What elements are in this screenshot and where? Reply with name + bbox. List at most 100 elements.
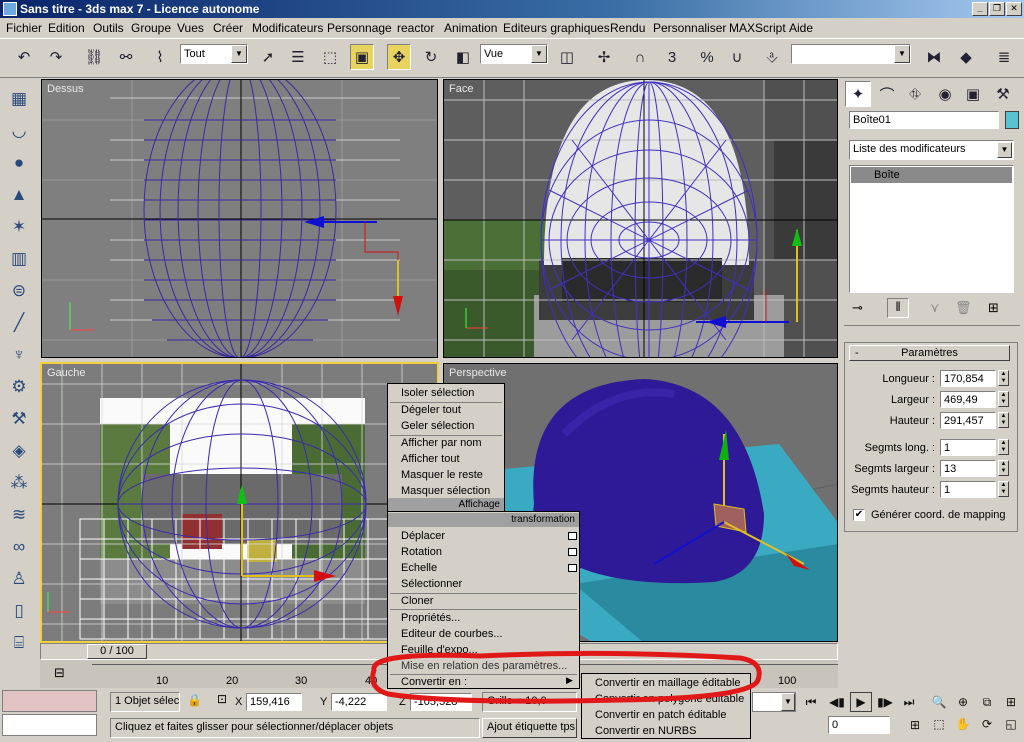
select-object-icon[interactable]: ➚ xyxy=(256,44,280,70)
viewport-front-label[interactable]: Face xyxy=(449,83,473,95)
width-spinner[interactable]: ▲ ▼ xyxy=(998,391,1009,407)
menu-reactor[interactable]: reactor xyxy=(397,21,434,35)
menu-vues[interactable]: Vues xyxy=(177,21,204,35)
pan-icon[interactable]: ✋ xyxy=(952,714,974,734)
tab-motion[interactable]: ◉ xyxy=(932,81,958,107)
reference-coordinate-dropdown[interactable]: Vue ▼ xyxy=(480,44,548,64)
zoom-extents-all-icon[interactable]: ⊞ xyxy=(1000,692,1022,712)
menu-item-hide-selection[interactable]: Masquer sélection xyxy=(388,483,504,499)
x-coordinate-input[interactable]: 159,416 xyxy=(246,693,302,711)
menu-item-move[interactable]: Déplacer xyxy=(388,528,579,544)
menu-fichier[interactable]: Fichier xyxy=(6,21,42,35)
cone-icon[interactable]: ▲ xyxy=(6,182,32,208)
menu-item-wire-parameters[interactable]: Mise en relation des paramètres... xyxy=(388,658,579,674)
tab-display[interactable]: ▣ xyxy=(960,81,986,107)
menu-maxscript[interactable]: MAXScript xyxy=(729,21,786,35)
menu-modificateurs[interactable]: Modificateurs xyxy=(252,21,323,35)
menu-item-hide-unselected[interactable]: Masquer le reste xyxy=(388,467,504,483)
menu-item-isolate[interactable]: Isoler sélection xyxy=(388,385,504,401)
menu-item-convert-editable-patch[interactable]: Convertir en patch éditable xyxy=(582,707,750,723)
named-selection-set-dropdown[interactable]: ▼ xyxy=(791,44,911,64)
viewport-front[interactable]: Face xyxy=(443,79,838,358)
menu-personnaliser[interactable]: Personnaliser xyxy=(653,21,726,35)
gear-icon[interactable]: ⚙ xyxy=(6,374,32,400)
rotate-icon[interactable]: ↻ xyxy=(419,44,443,70)
menu-item-unfreeze-all[interactable]: Dégeler tout xyxy=(388,402,504,418)
maxscript-listener-mini[interactable] xyxy=(2,690,97,712)
tab-modify[interactable]: ⌒ xyxy=(874,81,900,107)
star-icon[interactable]: ✶ xyxy=(6,214,32,240)
zoom-extents-icon[interactable]: ⧉ xyxy=(976,692,998,712)
tool-icon[interactable]: ⚒ xyxy=(6,406,32,432)
scale-icon[interactable]: ◧ xyxy=(451,44,475,70)
time-configuration-icon[interactable]: ⊞ xyxy=(904,715,926,735)
play-icon[interactable]: ▶ xyxy=(850,692,872,712)
modifier-list-dropdown[interactable]: Liste des modificateurs ▼ xyxy=(849,140,1014,160)
spinner-snap-icon[interactable]: ∪ xyxy=(725,44,749,70)
add-time-tag-button[interactable]: Ajout étiquette tps xyxy=(482,718,577,738)
object-name-input[interactable]: Boîte01 xyxy=(849,111,999,129)
move-settings-icon[interactable] xyxy=(568,532,577,540)
menu-item-unhide-by-name[interactable]: Afficher par nom xyxy=(388,435,504,451)
menu-rendu[interactable]: Rendu xyxy=(610,21,645,35)
time-slider-thumb[interactable]: 0 / 100 xyxy=(87,644,147,659)
redo-icon[interactable]: ↷ xyxy=(44,44,68,70)
percent-snap-icon[interactable]: % xyxy=(695,44,719,70)
menu-item-clone[interactable]: Cloner xyxy=(388,593,579,609)
tab-create[interactable]: ✦ xyxy=(845,81,871,107)
curve-editor-icon[interactable]: ⊟ xyxy=(54,665,65,681)
next-frame-icon[interactable]: ▮▶ xyxy=(874,692,896,712)
menu-item-freeze[interactable]: Geler sélection xyxy=(388,418,504,434)
width-segs-spinner[interactable]: ▲ ▼ xyxy=(998,460,1009,476)
menu-item-convert-nurbs[interactable]: Convertir en NURBS xyxy=(582,723,750,739)
torus-knot-icon[interactable]: ∞ xyxy=(6,534,32,560)
sphere-icon[interactable]: ● xyxy=(6,150,32,176)
particle-icon[interactable]: ⁂ xyxy=(6,470,32,496)
arc-rotate-icon[interactable]: ⟳ xyxy=(976,714,998,734)
snap-toggle-icon[interactable]: ∩ xyxy=(628,44,652,70)
pivot-center-icon[interactable]: ◫ xyxy=(555,44,579,70)
menu-item-dope-sheet[interactable]: Feuille d'expo... xyxy=(388,642,579,658)
selection-filter-dropdown[interactable]: Tout ▼ xyxy=(180,44,248,64)
go-to-start-icon[interactable]: ⏮ xyxy=(800,692,822,712)
menu-item-convert-to[interactable]: Convertir en : xyxy=(388,674,579,690)
previous-frame-icon[interactable]: ◀▮ xyxy=(826,692,848,712)
stairs-icon[interactable]: ⌸ xyxy=(6,630,32,656)
tab-utilities[interactable]: ⚒ xyxy=(990,81,1016,107)
viewport-top[interactable]: Dessus xyxy=(41,79,438,358)
cylinder-icon[interactable]: ⊜ xyxy=(6,278,32,304)
menu-item-curve-editor[interactable]: Editeur de courbes... xyxy=(388,626,579,642)
width-input[interactable]: 469,49 xyxy=(940,391,996,408)
length-spinner[interactable]: ▲ ▼ xyxy=(998,370,1009,386)
configure-modifier-sets-icon[interactable]: ⊞ xyxy=(988,300,999,316)
maxscript-input[interactable] xyxy=(2,714,97,736)
mirror-icon[interactable]: ⧓ xyxy=(922,44,946,70)
menu-item-properties[interactable]: Propriétés... xyxy=(388,610,579,626)
go-to-end-icon[interactable]: ⏭ xyxy=(898,692,920,712)
edit-named-selection-icon[interactable]: ⎀ xyxy=(760,44,784,70)
plane-icon[interactable]: ▥ xyxy=(6,246,32,272)
close-button[interactable]: ✕ xyxy=(1006,2,1022,16)
object-color-swatch[interactable] xyxy=(1005,111,1019,129)
region-zoom-icon[interactable]: ⬚ xyxy=(928,714,950,734)
pin-stack-icon[interactable]: ⊸ xyxy=(852,300,863,316)
remove-modifier-icon[interactable]: 🗑 xyxy=(955,300,972,316)
parameters-rollout-header[interactable]: - Paramètres xyxy=(849,345,1010,361)
door-icon[interactable]: ▯ xyxy=(6,598,32,624)
modifier-stack[interactable]: Boîte xyxy=(849,165,1014,293)
height-spinner[interactable]: ▲ ▼ xyxy=(998,412,1009,428)
menu-editeurs-graphiques[interactable]: Editeurs graphiques xyxy=(503,21,610,35)
wave-icon[interactable]: ≋ xyxy=(6,502,32,528)
y-coordinate-input[interactable]: -4,222 xyxy=(331,693,387,711)
length-input[interactable]: 170,854 xyxy=(940,370,996,387)
layer-manager-icon[interactable]: ≣ xyxy=(992,44,1016,70)
absolute-mode-icon[interactable]: ⊡ xyxy=(213,692,231,712)
current-frame-input[interactable]: 0 xyxy=(828,716,890,734)
menu-item-unhide-all[interactable]: Afficher tout xyxy=(388,451,504,467)
shape-icon[interactable]: ◡ xyxy=(6,118,32,144)
menu-creer[interactable]: Créer xyxy=(213,21,243,35)
rectangular-region-icon[interactable]: ⬚ xyxy=(318,44,342,70)
height-input[interactable]: 291,457 xyxy=(940,412,996,429)
menu-item-rotate[interactable]: Rotation xyxy=(388,544,579,560)
viewport-left-label[interactable]: Gauche xyxy=(47,367,86,379)
